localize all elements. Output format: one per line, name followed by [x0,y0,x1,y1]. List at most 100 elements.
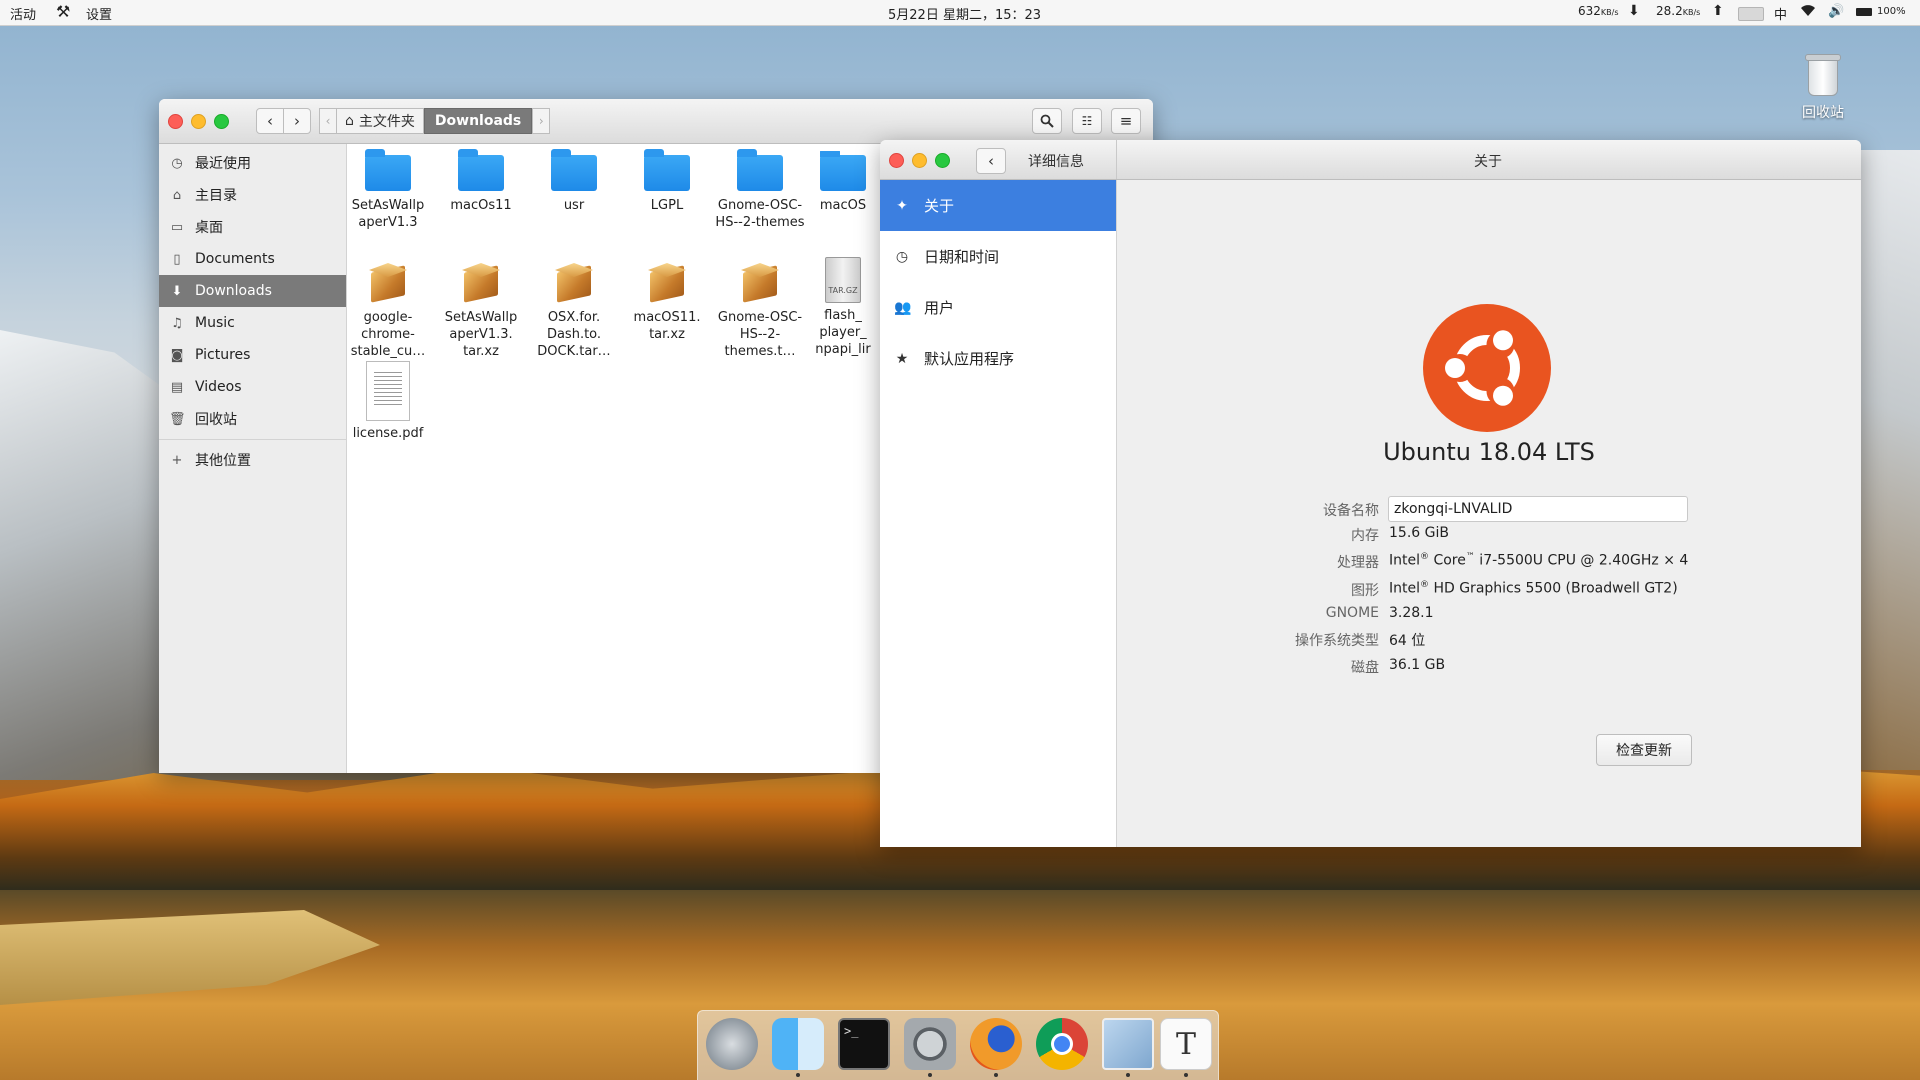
file-item-package[interactable]: macOS11. tar.xz [622,257,712,343]
path-scroll-right[interactable]: › [532,108,551,134]
sidebar-item-home[interactable]: ⌂ 主目录 [159,179,346,211]
folder-icon [737,149,783,191]
sidebar-item-recent[interactable]: ◷ 最近使用 [159,147,346,179]
wifi-icon[interactable] [1800,3,1816,21]
typora-icon[interactable]: T [1160,1018,1212,1070]
file-item-folder[interactable]: SetAsWallp aperV1.3 [343,149,433,231]
folder-icon [551,149,597,191]
file-item-label: SetAsWallp aperV1.3. tar.xz [444,310,518,359]
back-button[interactable]: ‹ [256,108,284,134]
graphics-detail: HD Graphics 5500 (Broadwell GT2) [1429,580,1678,597]
sidebar-item-label: 用户 [924,299,955,317]
package-icon [551,259,597,305]
net-up-speed: 28.2KB/s [1656,4,1700,18]
file-item-package[interactable]: google-chrome-stable_cu… [343,257,433,360]
settings-app-icon[interactable]: ⚒ [56,2,70,21]
chrome-icon[interactable] [1036,1018,1088,1070]
close-button[interactable] [889,153,904,168]
minimize-button[interactable] [912,153,927,168]
desktop-trash[interactable]: 回收站 [1795,54,1851,122]
path-scroll-left[interactable]: ‹ [319,108,337,134]
file-item-folder[interactable]: LGPL [622,149,712,214]
sidebar-item-label: 回收站 [195,412,237,428]
settings-headerbar: ‹ 详细信息 关于 [880,140,1861,180]
system-preferences-icon[interactable] [904,1018,956,1070]
sidebar-item-music[interactable]: ♫ Music [159,307,346,339]
processor-brand: Intel [1389,552,1420,569]
package-icon [737,259,783,305]
menu-button[interactable]: ≡ [1111,108,1141,134]
trademark-mark: ™ [1465,552,1475,562]
package-icon [365,259,411,305]
typora-glyph: T [1175,1026,1196,1062]
camera-icon: ◙ [170,347,184,363]
registered-mark: ® [1420,580,1429,590]
path-current-button[interactable]: Downloads [423,108,533,134]
preview-icon[interactable] [1102,1018,1154,1070]
view-options-button[interactable]: ☷ [1072,108,1102,134]
sidebar-item-users[interactable]: 👥 用户 [880,282,1116,333]
check-updates-button[interactable]: 检查更新 [1596,734,1692,766]
chevron-left-icon: ‹ [267,112,273,130]
keyboard-icon[interactable] [1738,7,1764,21]
net-down-speed: 632KB/s [1578,4,1619,18]
net-down-value: 632 [1578,4,1601,18]
file-item-pdf[interactable]: license.pdf [343,361,433,442]
file-item-package[interactable]: SetAsWallp aperV1.3. tar.xz [436,257,526,360]
running-indicator [928,1073,932,1077]
activities-button[interactable]: 活动 [10,4,36,23]
battery-icon[interactable] [1856,8,1872,16]
sidebar-item-videos[interactable]: ▤ Videos [159,371,346,403]
finder-icon[interactable] [772,1018,824,1070]
folder-icon [644,149,690,191]
info-label: 内存 [1351,528,1379,544]
input-method-indicator[interactable]: 中 [1774,4,1787,23]
sidebar-item-documents[interactable]: ▯ Documents [159,243,346,275]
maximize-button[interactable] [935,153,950,168]
file-item-package[interactable]: Gnome-OSC-HS--2-themes.t… [715,257,805,360]
folder-icon [365,149,411,191]
music-icon: ♫ [171,315,183,331]
headerbar-divider [1116,140,1117,179]
sidebar-item-label: Downloads [195,283,272,299]
sidebar-item-other-locations[interactable]: + 其他位置 [159,444,346,476]
device-name-field[interactable] [1388,496,1688,522]
sidebar-item-pictures[interactable]: ◙ Pictures [159,339,346,371]
sidebar-item-date-time[interactable]: ◷ 日期和时间 [880,231,1116,282]
info-row-gnome: GNOME 3.28.1 [1117,605,1861,629]
sidebar-item-trash[interactable]: 🗑 回收站 [159,403,346,435]
terminal-icon[interactable]: >_ [838,1018,890,1070]
info-label: 磁盘 [1351,660,1379,676]
file-item-folder[interactable]: macOs11 [436,149,526,214]
file-item-archive[interactable]: TAR.GZ flash_ player_ npapi_lir [808,257,878,358]
ubuntu-logo-icon [1423,304,1551,432]
forward-button[interactable]: › [283,108,311,134]
file-item-label: google-chrome-stable_cu… [350,310,426,359]
about-panel: Ubuntu 18.04 LTS 设备名称 内存 15.6 GiB 处理器 In… [1117,180,1861,847]
sidebar-item-default-apps[interactable]: ★ 默认应用程序 [880,333,1116,384]
close-button[interactable] [168,114,183,129]
app-menu-settings[interactable]: 设置 [86,4,112,23]
trash-icon: 🗑 [169,411,186,427]
info-label: GNOME [1325,605,1379,621]
sidebar-item-downloads[interactable]: ⬇ Downloads [159,275,346,307]
minimize-button[interactable] [191,114,206,129]
files-sidebar: ◷ 最近使用 ⌂ 主目录 ▭ 桌面 ▯ Documents ⬇ Download… [159,144,347,773]
volume-icon[interactable]: 🔊 [1828,4,1844,19]
clock[interactable]: 5月22日 星期二，15：23 [888,4,1041,23]
maximize-button[interactable] [214,114,229,129]
file-item-folder[interactable]: usr [529,149,619,214]
firefox-icon[interactable] [970,1018,1022,1070]
file-item-package[interactable]: OSX.for. Dash.to. DOCK.tar… [529,257,619,360]
file-item-folder[interactable]: Gnome-OSC-HS--2-themes [715,149,805,231]
file-item-folder[interactable]: macOS [808,151,878,214]
sidebar-item-label: Music [195,315,235,331]
launchpad-icon[interactable] [706,1018,758,1070]
document-icon: ▯ [173,251,181,267]
sidebar-item-desktop[interactable]: ▭ 桌面 [159,211,346,243]
path-home-button[interactable]: ⌂ 主文件夹 [337,108,424,134]
search-button[interactable] [1032,108,1062,134]
sidebar-item-about[interactable]: ✦ 关于 [880,180,1116,231]
running-indicator [796,1073,800,1077]
back-button[interactable]: ‹ [976,148,1006,174]
